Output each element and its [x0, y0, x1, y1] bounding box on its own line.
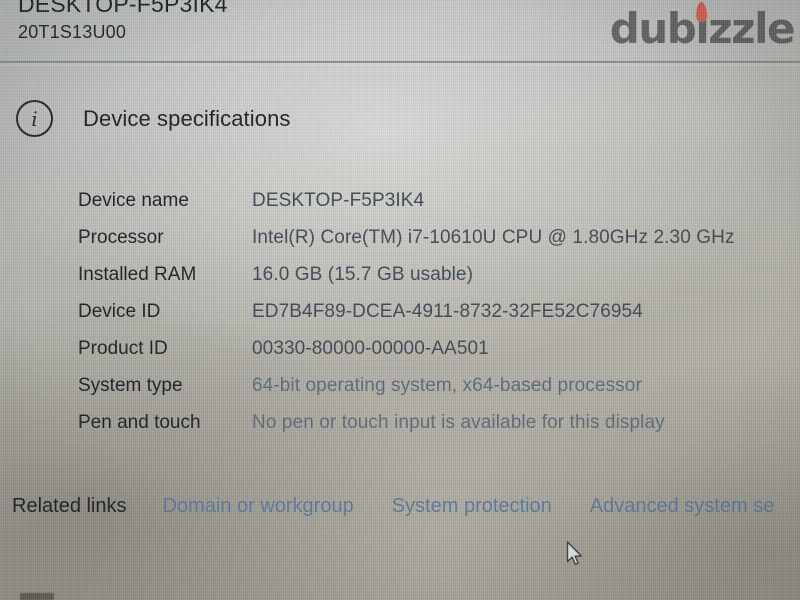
spec-value: 64-bit operating system, x64-based proce…	[252, 375, 642, 396]
link-advanced-system-settings[interactable]: Advanced system se	[590, 495, 775, 518]
device-specifications-header: i Device specifications	[16, 100, 291, 137]
related-links-section: Related links Domain or workgroup System…	[12, 495, 800, 518]
spec-label: Product ID	[78, 338, 168, 359]
spec-label: Pen and touch	[78, 412, 201, 433]
table-row: Installed RAM 16.0 GB (15.7 GB usable)	[78, 264, 798, 301]
table-row: Processor Intel(R) Core(TM) i7-10610U CP…	[78, 227, 798, 264]
info-circle-icon: i	[16, 100, 53, 137]
taskbar-sliver	[20, 593, 54, 600]
device-specifications-table: Device name DESKTOP-F5P3IK4 Processor In…	[78, 190, 798, 449]
table-row: Device ID ED7B4F89-DCEA-4911-8732-32FE52…	[78, 301, 798, 338]
table-row: Product ID 00330-80000-00000-AA501	[78, 338, 798, 375]
table-row: System type 64-bit operating system, x64…	[78, 375, 798, 412]
machine-model-subheading: 20T1S13U00	[18, 22, 127, 42]
spec-value: Intel(R) Core(TM) i7-10610U CPU @ 1.80GH…	[252, 227, 735, 248]
mouse-arrow-cursor	[566, 541, 582, 566]
link-system-protection[interactable]: System protection	[392, 495, 552, 518]
spec-value: No pen or touch input is available for t…	[252, 412, 665, 433]
header-divider	[0, 61, 800, 63]
table-row: Device name DESKTOP-F5P3IK4	[78, 190, 798, 227]
related-links-label: Related links	[12, 495, 127, 517]
spec-label: Device ID	[78, 301, 161, 322]
spec-label: System type	[78, 375, 183, 396]
spec-value: ED7B4F89-DCEA-4911-8732-32FE52C76954	[252, 301, 643, 322]
screen-photo: DESKTOP-F5P3IK4 20T1S13U00 dubizzle i De…	[0, 0, 800, 600]
page-title: Device specifications	[83, 105, 291, 131]
machine-name-heading: DESKTOP-F5P3IK4	[18, 0, 228, 17]
spec-value: 16.0 GB (15.7 GB usable)	[252, 264, 474, 285]
spec-label: Installed RAM	[78, 264, 197, 285]
table-row: Pen and touch No pen or touch input is a…	[78, 412, 798, 449]
spec-label: Processor	[78, 227, 164, 248]
spec-label: Device name	[78, 190, 189, 211]
system-heading: DESKTOP-F5P3IK4 20T1S13U00	[18, 0, 228, 45]
link-domain-or-workgroup[interactable]: Domain or workgroup	[163, 495, 354, 518]
spec-value: DESKTOP-F5P3IK4	[252, 190, 425, 211]
dubizzle-watermark: dubizzle	[610, 1, 796, 52]
spec-value: 00330-80000-00000-AA501	[252, 338, 489, 359]
